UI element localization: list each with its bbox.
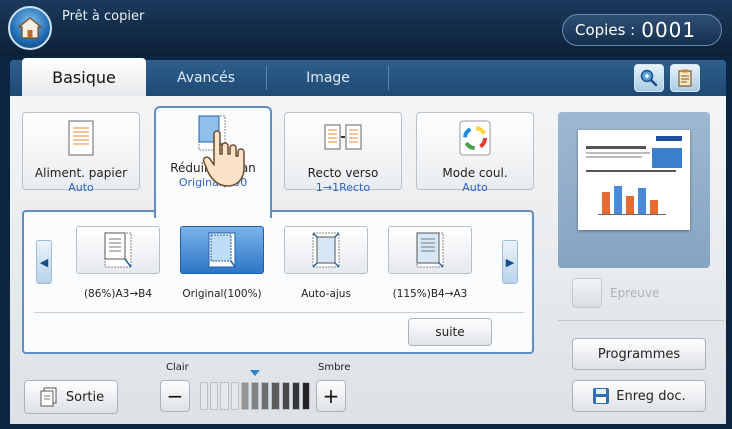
- home-button[interactable]: [8, 6, 52, 50]
- preview-panel[interactable]: [558, 112, 710, 268]
- copies-label: Copies :: [575, 21, 636, 39]
- arrow-right-icon: ▶: [505, 255, 515, 269]
- duplex-label: Recto verso: [307, 166, 379, 180]
- tab-avances[interactable]: Avancés: [146, 60, 266, 96]
- option-label: Auto-ajus: [301, 288, 351, 300]
- output-label: Sortie: [65, 389, 105, 405]
- density-segment[interactable]: [240, 382, 249, 410]
- original-page-icon: [208, 232, 236, 268]
- output-tray-icon: [40, 387, 57, 407]
- paper-supply-value: Auto: [68, 181, 94, 194]
- scroll-right-button[interactable]: ▶: [502, 240, 518, 284]
- copies-counter[interactable]: Copies : 0001: [562, 14, 722, 46]
- preview-document-image: [586, 136, 682, 215]
- paper-supply-button[interactable]: Aliment. papier Auto: [22, 112, 140, 194]
- proof-label: Epreuve: [610, 286, 660, 300]
- duplex-button[interactable]: Recto verso 1→1Recto: [284, 112, 402, 194]
- option-thumbnail: [284, 226, 368, 274]
- tab-image[interactable]: Image: [268, 60, 388, 96]
- floppy-disk-icon: [593, 388, 610, 404]
- density-dark-label: Smbre: [318, 362, 351, 373]
- scroll-left-button[interactable]: ◀: [36, 240, 52, 284]
- status-bar: Prêt à copier Copies : 0001: [0, 0, 732, 56]
- option-thumbnail: [76, 226, 160, 274]
- density-segment[interactable]: [210, 382, 219, 410]
- proof-copy-toggle[interactable]: Epreuve: [572, 278, 659, 308]
- option-label: Original(100%): [182, 288, 262, 300]
- color-mode-button[interactable]: Mode coul. Auto: [416, 112, 534, 194]
- tab-bar: Basique Avancés Image: [10, 58, 726, 96]
- machine-status: Prêt à copier: [62, 9, 145, 24]
- hand-pointer-icon: [202, 130, 245, 187]
- color-mode-label: Mode coul.: [442, 166, 508, 180]
- save-document-button[interactable]: Enreg doc.: [572, 380, 706, 412]
- zoom-button[interactable]: [634, 64, 664, 92]
- job-status-button[interactable]: [670, 64, 700, 92]
- density-segment[interactable]: [250, 382, 260, 410]
- density-segment[interactable]: [271, 382, 280, 410]
- density-segment[interactable]: [261, 382, 270, 410]
- density-segment[interactable]: [230, 382, 239, 410]
- tab-divider: [388, 66, 389, 90]
- density-segment[interactable]: [301, 382, 311, 410]
- density-segment[interactable]: [200, 382, 209, 410]
- output-button[interactable]: Sortie: [24, 380, 118, 414]
- option-original-100[interactable]: Original(100%): [174, 226, 270, 300]
- density-segment[interactable]: [291, 382, 300, 410]
- magnifier-icon: [640, 69, 658, 87]
- option-label: (86%)A3→B4: [83, 288, 153, 300]
- density-decrease-button[interactable]: −: [160, 380, 190, 412]
- density-increase-button[interactable]: +: [316, 380, 346, 412]
- paper-icon: [68, 120, 94, 156]
- option-86-a3-b4[interactable]: (86%)A3→B4: [70, 226, 166, 300]
- option-thumbnail: [388, 226, 472, 274]
- density-marker: [250, 370, 260, 376]
- reduce-options-panel: ◀ (86%)A3→B4 Original(100%) Auto-ajus (1…: [22, 210, 534, 354]
- option-115-b4-a3[interactable]: (115%)B4→A3: [382, 226, 478, 300]
- panel-divider: [34, 312, 524, 313]
- density-scale[interactable]: [200, 382, 311, 410]
- copies-value: 0001: [641, 18, 697, 42]
- proof-checkbox[interactable]: [572, 278, 602, 308]
- right-divider: [558, 320, 724, 321]
- clipboard-icon: [678, 69, 692, 87]
- paper-supply-label: Aliment. papier: [34, 166, 128, 180]
- auto-fit-icon: [312, 232, 340, 268]
- duplex-icon: [324, 124, 362, 150]
- duplex-value: 1→1Recto: [315, 181, 371, 194]
- reduce-page-icon: [104, 232, 132, 268]
- color-mode-value: Auto: [462, 181, 488, 194]
- arrow-left-icon: ◀: [39, 255, 49, 269]
- document-preview: [578, 130, 690, 230]
- color-wheel-icon: [459, 120, 491, 156]
- programs-button[interactable]: Programmes: [572, 338, 706, 370]
- enlarge-page-icon: [416, 232, 444, 268]
- tab-basique[interactable]: Basique: [22, 58, 146, 96]
- option-thumbnail: [180, 226, 264, 274]
- density-light-label: Clair: [166, 362, 189, 373]
- home-icon: [17, 17, 43, 39]
- density-segment[interactable]: [220, 382, 229, 410]
- suite-button[interactable]: suite: [408, 318, 492, 346]
- save-document-label: Enreg doc.: [616, 388, 686, 404]
- main-panel: Aliment. papier Auto Réduire/Agran Origi…: [10, 96, 726, 424]
- tab-divider: [266, 66, 267, 90]
- option-label: (115%)B4→A3: [392, 288, 468, 300]
- option-auto-fit[interactable]: Auto-ajus: [278, 226, 374, 300]
- density-segment[interactable]: [281, 382, 290, 410]
